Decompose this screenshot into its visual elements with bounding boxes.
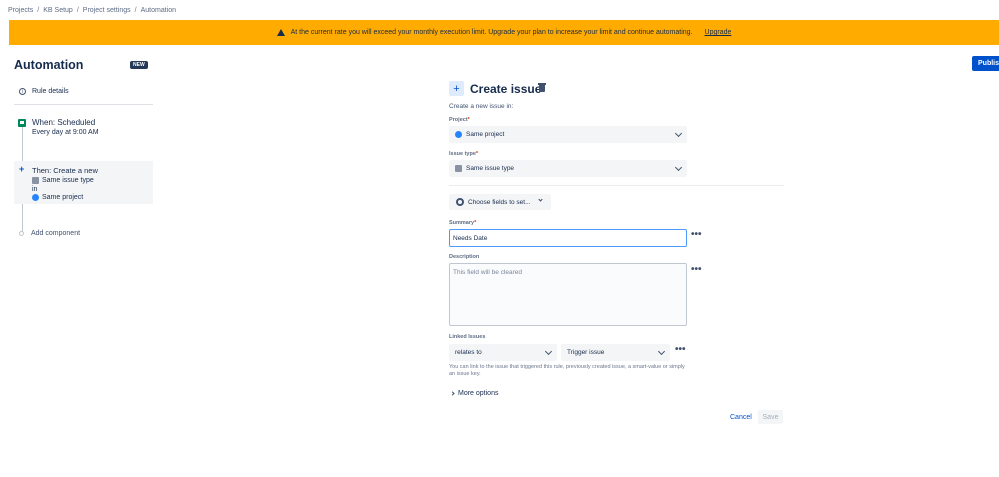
chevron-down-icon bbox=[657, 347, 666, 356]
sidebar-divider bbox=[14, 104, 153, 105]
breadcrumb-project-settings[interactable]: Project settings bbox=[83, 7, 131, 14]
trash-icon[interactable] bbox=[538, 83, 546, 92]
choose-fields-label: Choose fields to set... bbox=[468, 198, 531, 206]
breadcrumb-kb-setup[interactable]: KB Setup bbox=[43, 7, 73, 14]
calendar-icon bbox=[18, 119, 26, 127]
save-button[interactable]: Save bbox=[758, 410, 783, 424]
required-mark: * bbox=[475, 151, 479, 157]
breadcrumb-separator: / bbox=[37, 7, 40, 14]
link-type-select[interactable]: relates to bbox=[449, 344, 557, 361]
issue-type-select[interactable]: Same issue type bbox=[449, 160, 687, 177]
project-select[interactable]: Same project bbox=[449, 126, 687, 143]
issue-type-icon bbox=[455, 165, 462, 172]
project-icon bbox=[32, 194, 39, 201]
form-title: Create issue bbox=[470, 82, 542, 96]
issue-type-select-value: Same issue type bbox=[466, 165, 515, 172]
publish-button[interactable]: Publish bbox=[972, 56, 999, 71]
issue-type-label-text: Issue type bbox=[449, 151, 476, 157]
description-textarea[interactable] bbox=[449, 263, 687, 326]
linked-issues-label: Linked Issues bbox=[449, 334, 486, 340]
execution-limit-banner: At the current rate you will exceed your… bbox=[9, 20, 999, 45]
trigger-schedule: Every day at 9:00 AM bbox=[32, 129, 99, 136]
project-select-value: Same project bbox=[466, 131, 505, 138]
add-component-label: Add component bbox=[31, 230, 81, 237]
form-divider bbox=[449, 185, 784, 186]
required-mark: * bbox=[467, 117, 470, 123]
upgrade-link[interactable]: Upgrade bbox=[705, 29, 732, 36]
breadcrumb-separator: / bbox=[134, 7, 137, 14]
new-badge: NEW bbox=[130, 61, 148, 69]
required-mark: * bbox=[474, 220, 477, 226]
linked-issue-value: Trigger issue bbox=[567, 349, 605, 356]
info-icon: i bbox=[19, 88, 26, 95]
add-component-button[interactable]: Add component bbox=[19, 230, 80, 237]
linked-more-icon[interactable]: ••• bbox=[675, 345, 686, 355]
action-title: Then: Create a new bbox=[32, 166, 98, 175]
project-label-text: Project bbox=[449, 117, 468, 123]
choose-fields-button[interactable]: Choose fields to set... bbox=[449, 194, 551, 210]
summary-input[interactable] bbox=[449, 229, 687, 247]
action-project-label: Same project bbox=[42, 194, 84, 201]
warning-icon bbox=[276, 29, 285, 36]
issue-type-icon bbox=[32, 177, 39, 184]
rule-details-label: Rule details bbox=[32, 88, 69, 95]
add-dot-icon bbox=[19, 231, 24, 236]
breadcrumb: Projects / KB Setup / Project settings /… bbox=[8, 7, 176, 14]
trigger-title: When: Scheduled bbox=[32, 118, 96, 127]
breadcrumb-automation[interactable]: Automation bbox=[141, 7, 176, 14]
summary-label: Summary* bbox=[449, 220, 476, 226]
rule-details-item[interactable]: i Rule details bbox=[19, 88, 69, 95]
project-label: Project* bbox=[449, 117, 470, 123]
action-component-selected[interactable]: + Then: Create a new Same issue type in … bbox=[14, 161, 153, 204]
form-subtitle: Create a new issue in: bbox=[449, 103, 514, 110]
summary-label-text: Summary bbox=[449, 220, 475, 226]
linked-issues-help: You can link to the issue that triggered… bbox=[449, 364, 685, 377]
breadcrumb-projects[interactable]: Projects bbox=[8, 7, 33, 14]
action-project: Same project bbox=[32, 194, 83, 201]
gear-icon bbox=[456, 198, 464, 206]
summary-more-icon[interactable]: ••• bbox=[691, 230, 702, 240]
chevron-down-icon bbox=[674, 129, 683, 138]
plus-icon: + bbox=[19, 164, 25, 174]
description-more-icon[interactable]: ••• bbox=[691, 265, 702, 275]
breadcrumb-separator: / bbox=[76, 7, 79, 14]
project-icon bbox=[455, 131, 462, 138]
description-label: Description bbox=[449, 254, 480, 260]
banner-message: At the current rate you will exceed your… bbox=[290, 29, 693, 36]
chevron-down-icon bbox=[538, 197, 543, 202]
more-options-label: More options bbox=[458, 390, 499, 397]
more-options-toggle[interactable]: More options bbox=[450, 390, 499, 397]
action-issue-type: Same issue type bbox=[32, 177, 94, 184]
action-issue-type-label: Same issue type bbox=[42, 177, 94, 184]
link-type-value: relates to bbox=[455, 349, 482, 356]
cancel-button[interactable]: Cancel bbox=[726, 410, 756, 424]
chevron-right-icon bbox=[450, 391, 455, 396]
chevron-down-icon bbox=[544, 347, 553, 356]
chevron-down-icon bbox=[674, 163, 683, 172]
linked-issue-select[interactable]: Trigger issue bbox=[561, 344, 670, 361]
page-title: Automation bbox=[14, 58, 84, 72]
issue-type-label: Issue type* bbox=[449, 151, 478, 157]
create-issue-icon: + bbox=[449, 81, 464, 96]
action-in: in bbox=[32, 186, 38, 193]
